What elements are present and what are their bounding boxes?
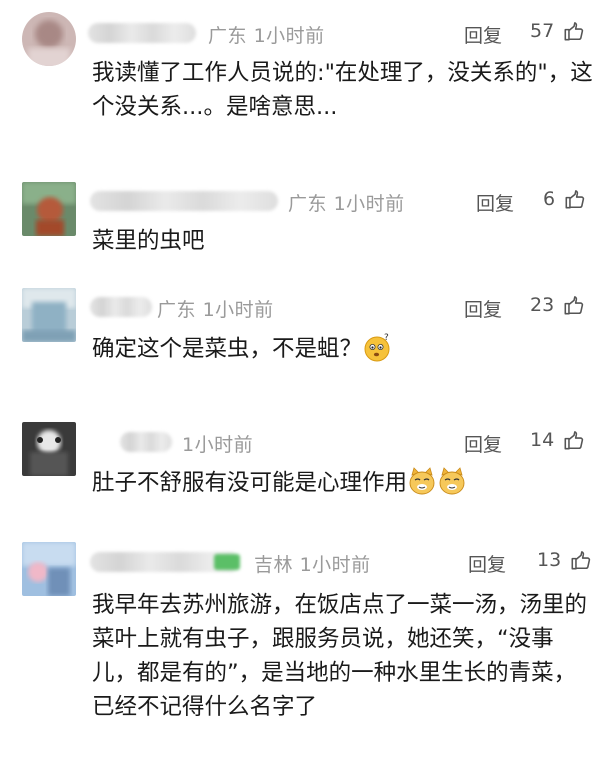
cat-face-emoji — [409, 467, 435, 495]
thumbs-up-icon — [571, 551, 591, 570]
cat-face-emoji — [439, 467, 465, 495]
svg-text:?: ? — [384, 333, 389, 343]
comment-text: 确定这个是菜虫，不是蛆？ ? — [92, 332, 597, 366]
comment-location-time: 吉林 1小时前 — [254, 550, 371, 577]
comment-location: 广东 — [208, 25, 248, 47]
comment-text: 我早年去苏州旅游，在饭店点了一菜一汤，汤里的菜叶上就有虫子，跟服务员说，她还笑，… — [92, 592, 588, 720]
comment-time: 1小时前 — [333, 193, 405, 215]
username-blurred[interactable] — [90, 552, 240, 572]
comment-time: 1小时前 — [182, 434, 254, 456]
comment-text-body: 确定这个是菜虫，不是蛆？ — [92, 336, 363, 362]
like-count: 23 — [530, 294, 555, 316]
like-button[interactable]: 14 — [530, 429, 585, 455]
thumbs-up-icon — [564, 431, 584, 450]
like-button[interactable]: 23 — [530, 294, 585, 320]
comment-location-time: 广东 1小时前 — [157, 295, 274, 322]
like-count: 57 — [530, 20, 555, 42]
username-blurred[interactable] — [90, 191, 278, 211]
comment-time: 1小时前 — [299, 554, 371, 576]
like-count: 6 — [543, 188, 556, 210]
reply-button[interactable]: 回复 — [468, 550, 506, 577]
like-button[interactable]: 6 — [543, 188, 586, 214]
reply-button[interactable]: 回复 — [464, 295, 502, 322]
comment-text: 我读懂了工作人员说的:"在处理了，没关系的"，这个没关系...。是啥意思... — [92, 60, 593, 120]
username-blurred[interactable] — [88, 23, 196, 43]
comment-location: 广东 — [157, 299, 197, 321]
like-button[interactable]: 13 — [537, 549, 592, 575]
comment-item: 1小时前 回复 14 肚子不舒服有没可能是心理作用 — [0, 410, 615, 530]
comment-time: 1小时前 — [202, 299, 274, 321]
comment-item: 广东 1小时前 回复 23 确定这个是菜虫，不是蛆？ ? — [0, 280, 615, 410]
reply-button[interactable]: 回复 — [476, 189, 514, 216]
username-blurred[interactable] — [120, 432, 172, 452]
thumbs-up-icon — [565, 190, 585, 209]
comment-location: 吉林 — [254, 554, 294, 576]
reply-button[interactable]: 回复 — [464, 21, 502, 48]
comment-location: 广东 — [288, 193, 328, 215]
comment-text: 肚子不舒服有没可能是心理作用 — [92, 466, 597, 500]
comment-location-time: 广东 1小时前 — [288, 189, 405, 216]
username-blurred[interactable] — [90, 297, 152, 317]
comment-item: 吉林 1小时前 回复 13 我早年去苏州旅游，在饭店点了一菜一汤，汤里的菜叶上就… — [0, 530, 615, 783]
like-count: 13 — [537, 549, 562, 571]
comment-location-time: 广东 1小时前 — [208, 21, 325, 48]
comment-location-time: 1小时前 — [182, 430, 253, 457]
comment-text-body: 肚子不舒服有没可能是心理作用 — [92, 470, 408, 496]
like-count: 14 — [530, 429, 555, 451]
confused-face-emoji: ? — [364, 333, 390, 362]
reply-button[interactable]: 回复 — [464, 430, 502, 457]
like-button[interactable]: 57 — [530, 20, 585, 46]
thumbs-up-icon — [564, 22, 584, 41]
comment-item: 广东 1小时前 回复 57 我读懂了工作人员说的:"在处理了，没关系的"，这个没… — [0, 0, 615, 140]
comment-text: 菜里的虫吧 — [92, 228, 205, 254]
comment-time: 1小时前 — [253, 25, 325, 47]
thumbs-up-icon — [564, 296, 584, 315]
comment-item: 广东 1小时前 回复 6 菜里的虫吧 — [0, 140, 615, 280]
